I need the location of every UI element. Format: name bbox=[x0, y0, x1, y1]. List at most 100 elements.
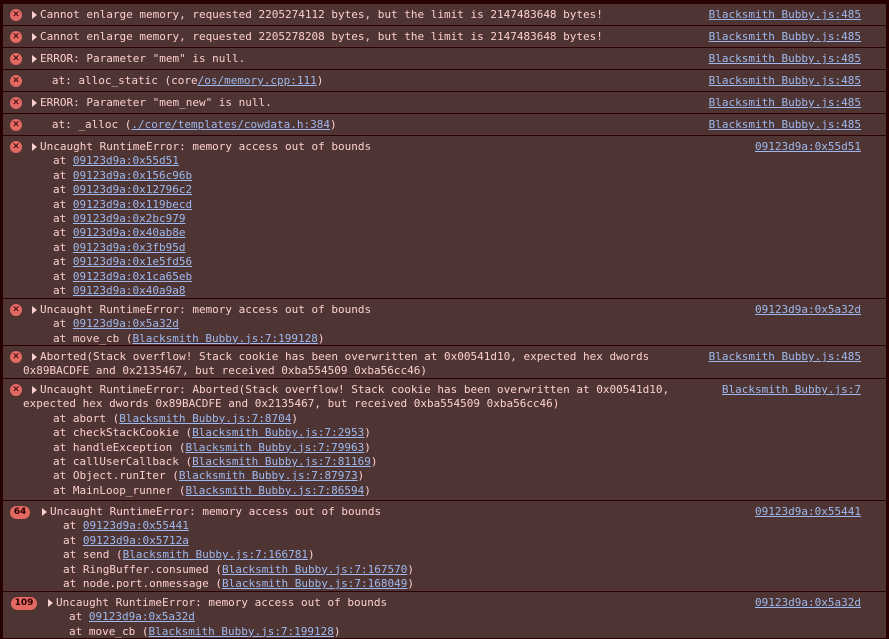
expand-triangle-icon[interactable] bbox=[32, 55, 37, 63]
source-link[interactable]: 09123d9a:0x55441 bbox=[755, 505, 861, 519]
stack-frame-label: at bbox=[53, 168, 73, 182]
stack-frame-label: at bbox=[53, 154, 73, 168]
expand-triangle-icon[interactable] bbox=[32, 143, 37, 151]
expand-triangle-icon[interactable] bbox=[32, 306, 37, 314]
stack-frame-suffix: ) bbox=[407, 562, 415, 576]
stack-frame-link[interactable]: 09123d9a:0x119becd bbox=[73, 198, 192, 211]
stack-frame-link[interactable]: Blacksmith Bubby.js:7:199128 bbox=[132, 332, 317, 345]
stack-frame: at move_cb (Blacksmith Bubby.js:7:199128… bbox=[53, 332, 325, 346]
message-source-link[interactable]: ./core/templates/cowdata.h:384 bbox=[131, 118, 330, 131]
expand-triangle-icon[interactable] bbox=[42, 508, 47, 516]
message-text-content: ERROR: Parameter "mem_new" is null. bbox=[40, 96, 272, 109]
stack-frame-label: at node.port.onmessage ( bbox=[63, 577, 222, 590]
stack-frame-label: at send ( bbox=[63, 548, 123, 562]
source-link[interactable]: 09123d9a:0x5a32d bbox=[755, 303, 861, 317]
stack-frame-link[interactable]: 09123d9a:0x40a9a8 bbox=[73, 284, 186, 297]
source-link[interactable]: Blacksmith Bubby.js:485 bbox=[709, 8, 861, 22]
stack-frame-label: at bbox=[53, 183, 73, 197]
stack-frame-link[interactable]: Blacksmith Bubby.js:7:81169 bbox=[192, 455, 371, 468]
stack-frame-label: at bbox=[53, 240, 73, 254]
stack-frame-label: at MainLoop_runner ( bbox=[53, 483, 186, 497]
source-link[interactable]: Blacksmith Bubby.js:485 bbox=[709, 52, 861, 66]
stack-frame: at 09123d9a:0x1e5fd56 bbox=[53, 255, 192, 269]
expand-triangle-icon[interactable] bbox=[32, 99, 37, 107]
stack-frame-suffix: ) bbox=[357, 469, 365, 483]
stack-frame: at 09123d9a:0x3fb95d bbox=[53, 241, 185, 255]
stack-frame-link[interactable]: 09123d9a:0x5a32d bbox=[73, 317, 179, 330]
message-text-content: Aborted(Stack overflow! Stack cookie has… bbox=[40, 350, 650, 363]
source-link[interactable]: Blacksmith Bubby.js:485 bbox=[709, 118, 861, 132]
message-text[interactable]: ERROR: Parameter "mem" is null. bbox=[40, 52, 245, 66]
stack-frame-link[interactable]: Blacksmith Bubby.js:7:8704 bbox=[119, 412, 291, 425]
stack-frame-label: at callUserCallback ( bbox=[53, 455, 193, 468]
console-message: ✕ Uncaught RuntimeError: memory access ou… bbox=[3, 298, 886, 345]
message-text-content: Uncaught RuntimeError: memory access out… bbox=[40, 140, 372, 153]
stack-frame: at move_cb (Blacksmith Bubby.js:7:199128… bbox=[69, 625, 341, 639]
error-icon: ✕ bbox=[10, 119, 22, 131]
stack-frame-label: at bbox=[63, 519, 83, 533]
message-text[interactable]: at: alloc_static (core/os/memory.cpp:111… bbox=[32, 74, 324, 88]
stack-frame-link[interactable]: 09123d9a:0x55d51 bbox=[73, 154, 179, 167]
source-link[interactable]: Blacksmith Bubby.js:7 bbox=[722, 383, 861, 397]
devtools-console[interactable]: ✕ Cannot enlarge memory, requested 220527… bbox=[0, 0, 889, 638]
message-text-content: Uncaught RuntimeError: memory access out… bbox=[40, 303, 372, 316]
stack-frame-link[interactable]: Blacksmith Bubby.js:7:87973 bbox=[179, 469, 358, 482]
expand-triangle-icon[interactable] bbox=[32, 386, 37, 394]
stack-frame-link[interactable]: 09123d9a:0x2bc979 bbox=[73, 212, 186, 225]
console-message: 109 Uncaught RuntimeError: memory access … bbox=[3, 591, 886, 638]
stack-frame-suffix: ) bbox=[364, 440, 371, 454]
message-source-link[interactable]: /os/memory.cpp:111 bbox=[198, 74, 317, 87]
stack-frame-link[interactable]: Blacksmith Bubby.js:7:168049 bbox=[222, 577, 407, 590]
message-text[interactable]: ERROR: Parameter "mem_new" is null. bbox=[40, 96, 272, 110]
repeat-count-badge: 109 bbox=[11, 597, 37, 610]
error-icon: ✕ bbox=[10, 304, 22, 316]
source-link[interactable]: 09123d9a:0x5a32d bbox=[755, 596, 861, 610]
stack-frame-label: at bbox=[63, 533, 83, 547]
source-link[interactable]: Blacksmith Bubby.js:485 bbox=[709, 74, 861, 88]
stack-frame: at send (Blacksmith Bubby.js:7:166781) bbox=[63, 548, 315, 562]
stack-frame-link[interactable]: 09123d9a:0x5712a bbox=[83, 534, 189, 547]
message-text[interactable]: Uncaught RuntimeError: Aborted(Stack ove… bbox=[40, 383, 669, 397]
message-text-prefix: at: alloc_static (core bbox=[32, 74, 198, 87]
stack-frame-link[interactable]: Blacksmith Bubby.js:7:166781 bbox=[123, 548, 308, 561]
message-text[interactable]: Cannot enlarge memory, requested 2205278… bbox=[40, 30, 603, 44]
stack-frame-link[interactable]: 09123d9a:0x12796c2 bbox=[73, 183, 192, 196]
stack-frame-link[interactable]: Blacksmith Bubby.js:7:167570 bbox=[222, 563, 407, 576]
stack-frame: at 09123d9a:0x40a9a8 bbox=[53, 284, 185, 298]
stack-frame-link[interactable]: 09123d9a:0x40ab8e bbox=[73, 226, 186, 239]
stack-frame-link[interactable]: Blacksmith Bubby.js:7:199128 bbox=[148, 625, 333, 638]
message-text[interactable]: Uncaught RuntimeError: memory access out… bbox=[40, 303, 371, 317]
console-message: ✕ Aborted(Stack overflow! Stack cookie ha… bbox=[3, 345, 886, 378]
message-text[interactable]: Uncaught RuntimeError: memory access out… bbox=[50, 505, 381, 519]
message-text[interactable]: Uncaught RuntimeError: memory access out… bbox=[40, 140, 371, 154]
source-link[interactable]: 09123d9a:0x55d51 bbox=[755, 140, 861, 154]
message-text-continuation: expected hex dwords 0x89BACDFE and 0x213… bbox=[23, 397, 560, 411]
stack-frame-link[interactable]: 09123d9a:0x156c96b bbox=[73, 169, 192, 182]
message-text[interactable]: Uncaught RuntimeError: memory access out… bbox=[56, 596, 387, 610]
error-icon: ✕ bbox=[10, 141, 22, 153]
console-message: 64 Uncaught RuntimeError: memory access o… bbox=[3, 500, 886, 591]
stack-frame-link[interactable]: 09123d9a:0x55441 bbox=[83, 519, 189, 532]
expand-triangle-icon[interactable] bbox=[32, 33, 37, 41]
message-text-content: Uncaught RuntimeError: Aborted(Stack ove… bbox=[40, 383, 670, 396]
stack-frame-link[interactable]: 09123d9a:0x3fb95d bbox=[73, 241, 186, 254]
stack-frame-link[interactable]: Blacksmith Bubby.js:7:79963 bbox=[185, 441, 364, 454]
source-link[interactable]: Blacksmith Bubby.js:485 bbox=[709, 30, 861, 44]
stack-frame-link[interactable]: 09123d9a:0x5a32d bbox=[89, 610, 195, 623]
expand-triangle-icon[interactable] bbox=[32, 353, 37, 361]
message-text[interactable]: Aborted(Stack overflow! Stack cookie has… bbox=[40, 350, 649, 364]
message-text-content: Uncaught RuntimeError: memory access out… bbox=[56, 596, 388, 609]
expand-triangle-icon[interactable] bbox=[48, 599, 53, 607]
error-icon: ✕ bbox=[10, 9, 22, 21]
stack-frame-link[interactable]: 09123d9a:0x1ca65eb bbox=[73, 270, 192, 283]
stack-frame-link[interactable]: Blacksmith Bubby.js:7:86594 bbox=[185, 484, 364, 497]
stack-frame: at node.port.onmessage (Blacksmith Bubby… bbox=[63, 577, 414, 591]
source-link[interactable]: Blacksmith Bubby.js:485 bbox=[709, 350, 861, 364]
source-link[interactable]: Blacksmith Bubby.js:485 bbox=[709, 96, 861, 110]
expand-triangle-icon[interactable] bbox=[32, 11, 37, 19]
stack-frame-suffix: ) bbox=[317, 331, 325, 345]
message-text[interactable]: Cannot enlarge memory, requested 2205274… bbox=[40, 8, 603, 22]
stack-frame-link[interactable]: 09123d9a:0x1e5fd56 bbox=[73, 255, 192, 268]
stack-frame-link[interactable]: Blacksmith Bubby.js:7:2953 bbox=[192, 426, 364, 439]
message-text[interactable]: at: _alloc (./core/templates/cowdata.h:3… bbox=[32, 118, 337, 132]
